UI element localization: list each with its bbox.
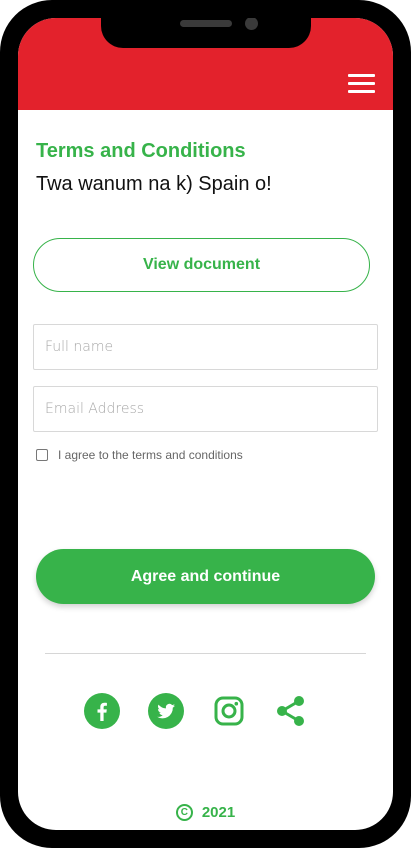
copyright-icon: C <box>175 804 193 821</box>
front-camera <box>245 18 258 30</box>
instagram-icon[interactable] <box>211 693 247 729</box>
page-title: Terms and Conditions <box>36 140 246 162</box>
view-document-button[interactable]: View document <box>33 238 370 292</box>
phone-notch <box>101 18 311 48</box>
footer: C 2021 <box>18 804 393 821</box>
copyright-year: 2021 <box>201 804 236 821</box>
screen: Terms and Conditions Twa wanum na k) Spa… <box>18 18 393 830</box>
facebook-icon[interactable] <box>84 693 120 729</box>
agree-continue-button[interactable]: Agree and continue <box>36 549 375 604</box>
agree-checkbox[interactable] <box>36 449 48 461</box>
phone-frame: Terms and Conditions Twa wanum na k) Spa… <box>0 0 411 848</box>
agree-label: I agree to the terms and conditions <box>58 448 243 462</box>
hamburger-menu-icon[interactable] <box>348 74 375 94</box>
agree-row: I agree to the terms and conditions <box>36 448 243 462</box>
share-icon[interactable] <box>273 693 309 729</box>
app-header <box>18 18 393 110</box>
twitter-icon[interactable] <box>148 693 184 729</box>
speaker-grille <box>180 20 232 27</box>
page-subtitle: Twa wanum na k) Spain o! <box>36 173 272 195</box>
full-name-field[interactable] <box>33 324 378 370</box>
divider <box>45 653 366 654</box>
email-field[interactable] <box>33 386 378 432</box>
